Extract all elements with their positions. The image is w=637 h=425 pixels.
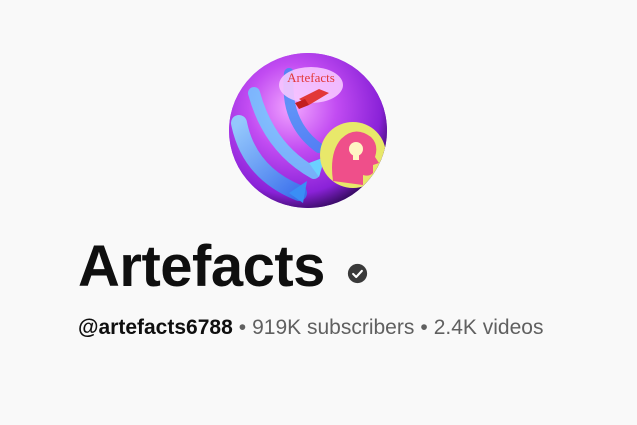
channel-avatar[interactable]: Artefacts (229, 53, 387, 208)
video-count: 2.4K videos (433, 316, 544, 339)
verified-check-icon (347, 263, 368, 284)
lightbulb-head-icon (320, 122, 386, 188)
avatar-artwork: Artefacts (229, 53, 387, 208)
separator-dot: • (238, 316, 247, 339)
channel-metadata: @artefacts6788 • 919K subscribers • 2.4K vid… (78, 314, 543, 342)
channel-handle[interactable]: @artefacts6788 (78, 316, 233, 339)
avatar-logo-text: Artefacts (287, 70, 335, 85)
separator-dot: • (420, 316, 428, 339)
subscriber-count: 919K subscribers (252, 316, 415, 339)
channel-header: Artefacts Artefacts @artefacts6788 • 919K … (0, 0, 637, 425)
channel-title: Artefacts (78, 234, 325, 299)
